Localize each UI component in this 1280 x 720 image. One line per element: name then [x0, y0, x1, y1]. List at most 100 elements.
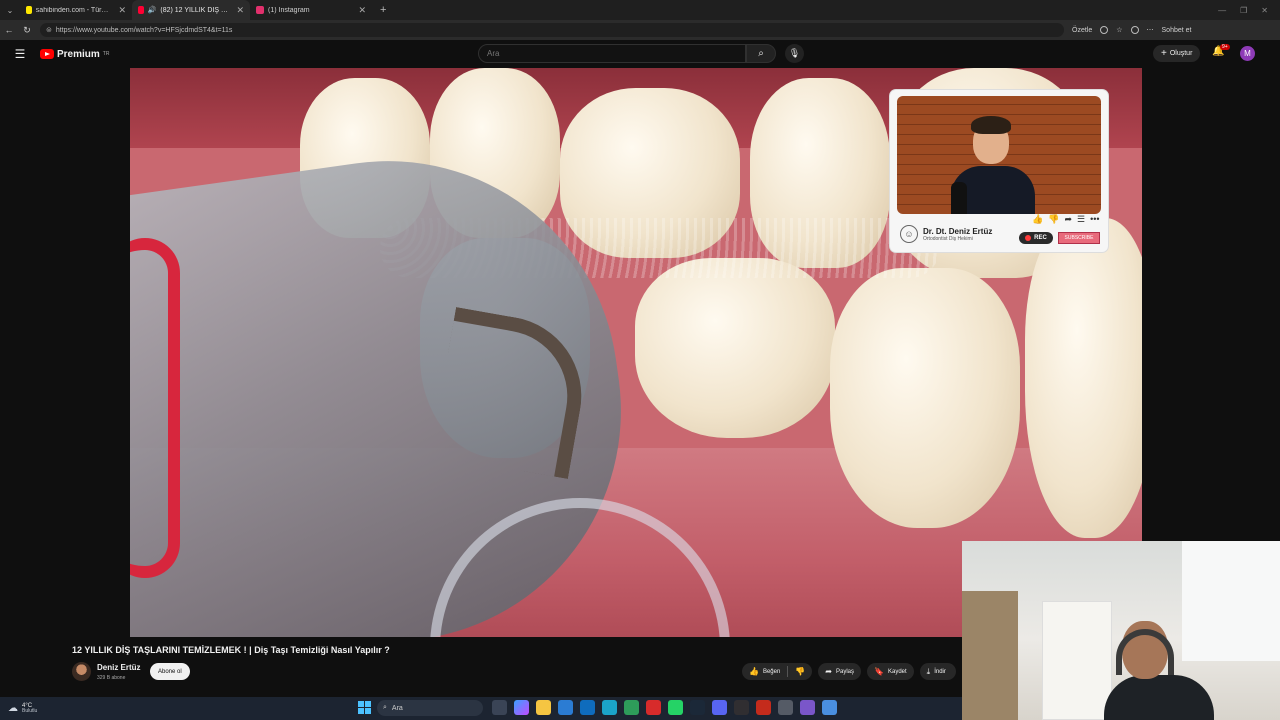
lower-tooth: [1025, 218, 1142, 538]
wooden-door: [962, 591, 1018, 720]
bookmark-icon: 🔖: [874, 667, 884, 676]
channel-name[interactable]: Deniz Ertüz: [97, 663, 141, 672]
toolbar-right: Özetle ☆ ⋯ Sohbet et: [1072, 26, 1191, 34]
list-icon: ☰: [1076, 214, 1086, 224]
chat-button[interactable]: Sohbet et: [1162, 27, 1192, 34]
instagram-favicon-icon: [256, 6, 264, 14]
steam-icon[interactable]: [690, 700, 705, 715]
card-channel-name: Dr. Dt. Deniz Ertüz: [923, 226, 993, 236]
hamburger-menu-icon[interactable]: ☰: [0, 47, 40, 61]
like-label: Beğen: [762, 668, 781, 675]
like-icon: 👍: [1032, 214, 1044, 224]
maximize-icon[interactable]: ❐: [1240, 6, 1247, 15]
logo-country: TR: [102, 51, 110, 57]
extension-icon[interactable]: [1100, 26, 1109, 34]
streamer: [1104, 621, 1214, 720]
sahibinden-favicon-icon: [26, 6, 32, 14]
subscribe-button[interactable]: Abone ol: [150, 663, 190, 680]
tab-instagram[interactable]: (1) Instagram ✕: [250, 0, 372, 20]
star-icon[interactable]: ☆: [1116, 26, 1122, 34]
whatsapp-icon[interactable]: [668, 700, 683, 715]
search-input[interactable]: Ara: [478, 44, 746, 63]
menu-icon[interactable]: ⋯: [1147, 26, 1154, 34]
new-tab-button[interactable]: +: [372, 4, 394, 16]
edge-icon[interactable]: [602, 700, 617, 715]
scaler-red-ring: [130, 238, 180, 578]
video-title: 12 YILLIK DİŞ TAŞLARINI TEMİZLEMEK ! | D…: [72, 645, 390, 655]
chrome-active-icon[interactable]: [822, 700, 837, 715]
podcast-mic: [951, 182, 967, 214]
youtube-favicon-icon: [138, 6, 144, 14]
video-actions: 👍 Beğen 👎 ➦ Paylaş 🔖 Kaydet ⤓ İndir: [742, 663, 956, 680]
recorder-icon[interactable]: [756, 700, 771, 715]
download-icon: ⤓: [926, 666, 931, 676]
window-controls: — ❐ ✕: [1218, 0, 1280, 20]
acrobat-icon[interactable]: [646, 700, 661, 715]
tab-label: (82) 12 YILLIK DİŞ TAŞLARINI: [160, 6, 229, 14]
close-icon[interactable]: ✕: [118, 5, 126, 16]
thumbs-down-icon[interactable]: 👎: [795, 667, 805, 676]
create-label: Oluştur: [1169, 50, 1193, 57]
search-icon[interactable]: ⌕: [746, 44, 776, 63]
close-icon[interactable]: ✕: [236, 5, 244, 16]
back-icon[interactable]: ←: [0, 25, 18, 35]
download-label: İndir: [934, 668, 946, 675]
file-explorer-icon[interactable]: [536, 700, 551, 715]
obs-icon[interactable]: [734, 700, 749, 715]
weather-condition: Bulutlu: [22, 708, 38, 714]
discord-icon[interactable]: [712, 700, 727, 715]
windows-start-icon[interactable]: [358, 701, 371, 714]
tab-sahibinden[interactable]: sahibinden.com - Türkiye'nin Onli ✕: [20, 0, 132, 20]
card-channel-info: ☺ Dr. Dt. Deniz Ertüz Ortodontist Diş He…: [900, 225, 992, 243]
channel-avatar[interactable]: [72, 662, 91, 681]
card-channel-subtitle: Ortodontist Diş Hekimi: [923, 235, 973, 242]
close-window-icon[interactable]: ✕: [1261, 6, 1268, 15]
tab-search-icon[interactable]: ⌄: [0, 6, 20, 15]
account-avatar[interactable]: M: [1240, 46, 1255, 61]
youtube-play-icon: [40, 49, 54, 59]
record-dot-icon: [1025, 235, 1032, 241]
microphone-icon[interactable]: 🎙: [785, 44, 804, 63]
subscriber-count: 329 B abone: [97, 675, 126, 681]
dislike-icon: 👎: [1048, 214, 1060, 224]
save-label: Kaydet: [887, 668, 907, 675]
url-field[interactable]: ⊜ https://www.youtube.com/watch?v=HFSjcd…: [40, 23, 1064, 37]
tab-strip: ⌄ sahibinden.com - Türkiye'nin Onli ✕ 🔊 …: [0, 0, 1280, 20]
close-icon[interactable]: ✕: [358, 5, 366, 16]
speaker-icon[interactable]: 🔊: [148, 6, 157, 14]
reload-icon[interactable]: ↻: [18, 25, 36, 36]
chrome-icon[interactable]: [624, 700, 639, 715]
download-button[interactable]: ⤓ İndir: [919, 663, 956, 680]
rec-badge: REC: [1019, 232, 1053, 244]
like-button[interactable]: 👍 Beğen 👎: [742, 663, 813, 680]
card-subscribe-badge: SUBSCRIBE: [1058, 232, 1100, 244]
taskbar-search[interactable]: ⌕ Ara: [377, 700, 483, 716]
settings-icon[interactable]: [778, 700, 793, 715]
streamer-body: [1104, 675, 1214, 720]
thumbs-up-icon: 👍: [749, 667, 759, 676]
outlook-icon[interactable]: [580, 700, 595, 715]
weather-widget[interactable]: ☁ 4°C Bulutlu: [0, 703, 37, 714]
create-button[interactable]: + Oluştur: [1153, 45, 1201, 62]
user-icon: ☺: [900, 225, 918, 243]
presenter: [951, 116, 1035, 214]
task-view-icon[interactable]: [492, 700, 507, 715]
divider: [787, 666, 789, 677]
share-button[interactable]: ➦ Paylaş: [818, 663, 862, 680]
app-icon[interactable]: [800, 700, 815, 715]
lower-tooth: [635, 258, 835, 438]
more-icon: •••: [1090, 214, 1100, 224]
card-action-icons: 👍 👎 ➦ ☰ •••: [1032, 214, 1100, 225]
save-button[interactable]: 🔖 Kaydet: [867, 663, 914, 680]
profile-icon[interactable]: [1130, 26, 1139, 34]
taskbar-apps: [492, 700, 837, 715]
minimize-icon[interactable]: —: [1218, 6, 1226, 15]
tab-youtube[interactable]: 🔊 (82) 12 YILLIK DİŞ TAŞLARINI ✕: [132, 0, 250, 20]
share-icon: ➦: [1064, 214, 1072, 224]
url-text: https://www.youtube.com/watch?v=HFSjcdmd…: [55, 26, 233, 34]
store-icon[interactable]: [558, 700, 573, 715]
youtube-logo[interactable]: Premium TR: [40, 49, 109, 60]
summarize-button[interactable]: Özetle: [1072, 27, 1092, 34]
copilot-icon[interactable]: [514, 700, 529, 715]
site-info-icon[interactable]: ⊜: [46, 26, 52, 34]
